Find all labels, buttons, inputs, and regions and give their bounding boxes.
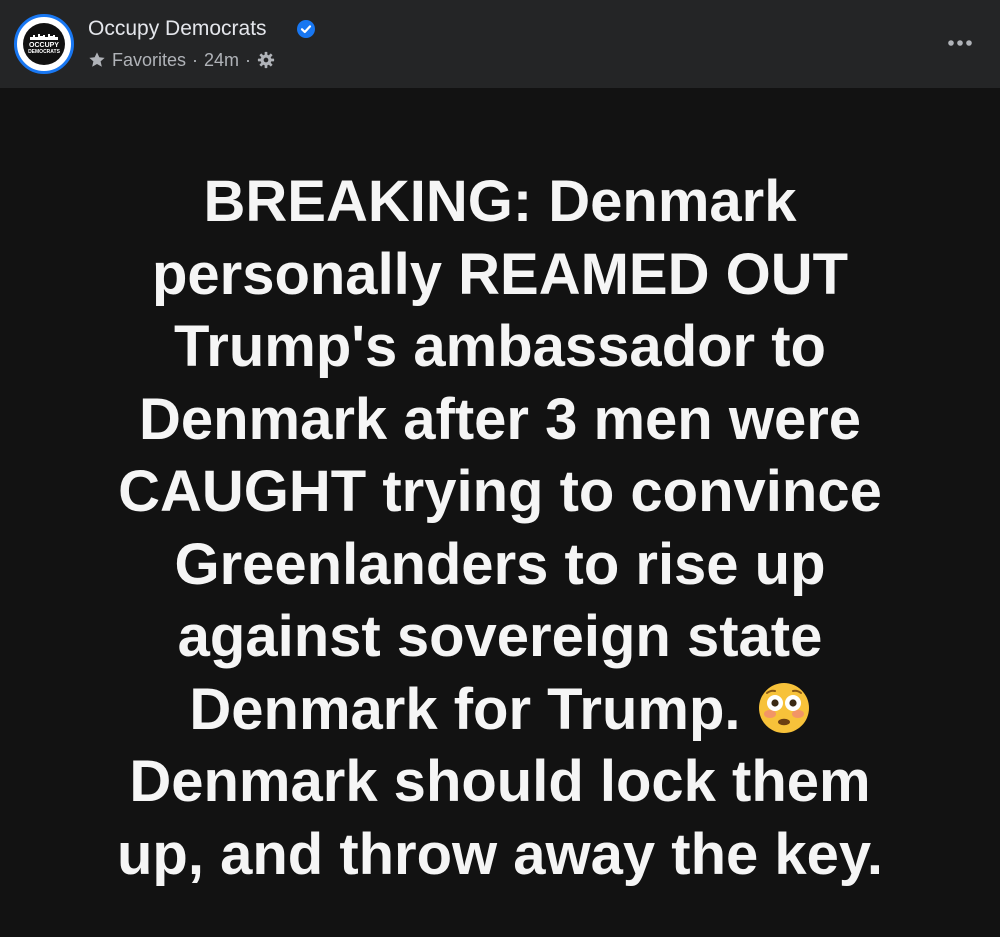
flushed-face-emoji — [758, 682, 809, 733]
text-line-9: Denmark should lock them — [129, 749, 871, 814]
post-header: OCCUPY DEMOCRATS Occupy Democrats Favori… — [0, 0, 1000, 88]
post-text: BREAKING: Denmark personally REAMED OUT … — [40, 166, 960, 891]
text-line-8: Denmark for Trump. — [189, 676, 741, 742]
more-options-icon — [948, 40, 972, 46]
post-meta: Favorites · 24m · — [88, 49, 275, 71]
meta-separator: · — [192, 49, 199, 70]
facebook-post: OCCUPY DEMOCRATS Occupy Democrats Favori… — [0, 0, 1000, 937]
page-avatar[interactable]: OCCUPY DEMOCRATS — [14, 14, 74, 74]
text-line-10: up, and throw away the key. — [117, 821, 883, 887]
avatar-text-line1: OCCUPY — [29, 41, 59, 49]
avatar-text-line2: DEMOCRATS — [28, 48, 60, 55]
text-line-5: CAUGHT trying to convince — [118, 459, 882, 524]
star-icon — [89, 52, 105, 67]
more-options-button[interactable] — [940, 28, 980, 58]
text-line-7: against sovereign state — [177, 604, 823, 669]
post-image[interactable]: BREAKING: Denmark personally REAMED OUT … — [0, 88, 1000, 937]
text-line-1: BREAKING: Denmark — [203, 169, 797, 234]
text-line-2: personally REAMED OUT — [151, 241, 849, 307]
text-line-4: Denmark after 3 men were — [138, 386, 862, 452]
audience-label[interactable]: Favorites — [112, 50, 186, 71]
post-time[interactable]: 24m — [204, 50, 239, 71]
verified-badge-icon — [297, 20, 315, 38]
page-name[interactable]: Occupy Democrats — [88, 17, 267, 41]
avatar-logo: OCCUPY DEMOCRATS — [23, 23, 65, 65]
skyline-icon — [30, 33, 58, 40]
gear-icon[interactable] — [257, 51, 275, 69]
text-line-3: Trump's ambassador to — [174, 314, 826, 379]
text-line-6: Greenlanders to rise up — [174, 531, 826, 597]
meta-separator-2: · — [245, 49, 252, 70]
